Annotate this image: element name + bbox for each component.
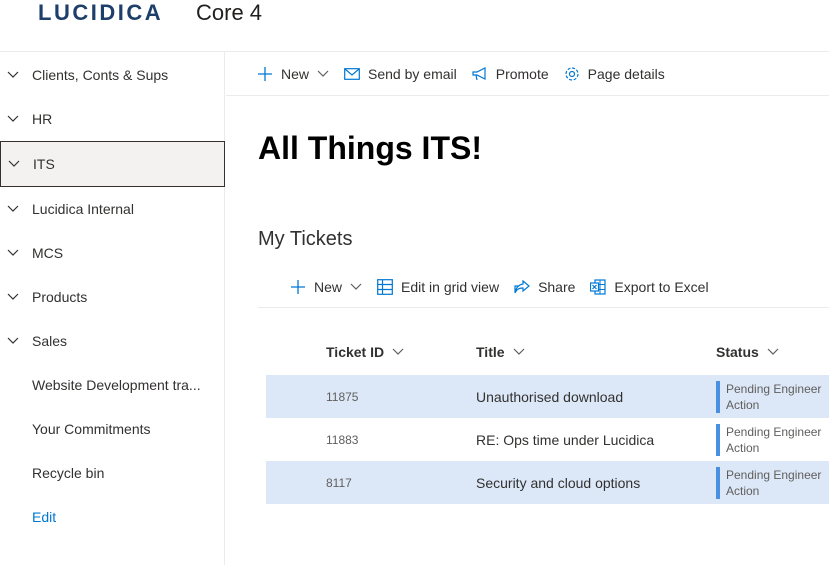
nav-item-hr[interactable]: HR (0, 97, 225, 141)
chevron-down-icon[interactable] (6, 334, 20, 348)
chevron-down-icon[interactable] (6, 112, 20, 126)
status-text: Pending Engineer Action (726, 381, 822, 412)
new-button[interactable]: New (257, 66, 329, 82)
nav-item-mcs[interactable]: MCS (0, 231, 225, 275)
page-title: All Things ITS! (258, 130, 482, 166)
new-button-label: New (281, 65, 310, 82)
column-header-status[interactable]: Status (716, 344, 779, 360)
nav-item-lucidica-internal[interactable]: Lucidica Internal (0, 187, 225, 231)
status-text: Pending Engineer Action (726, 467, 822, 498)
share-icon (514, 279, 530, 295)
column-header-title[interactable]: Title (476, 344, 525, 360)
ticket-title-link[interactable]: RE: Ops time under Lucidica (476, 418, 654, 461)
site-logo[interactable]: LUCIDICA (38, 0, 163, 26)
megaphone-icon (472, 66, 488, 82)
nav-item-label: Your Commitments (32, 421, 151, 437)
status-text: Pending Engineer Action (726, 424, 822, 455)
chevron-down-icon (392, 348, 404, 356)
promote-label: Promote (495, 65, 549, 82)
list-new-button[interactable]: New (290, 279, 362, 295)
chevron-down-icon[interactable] (6, 202, 20, 216)
page-details-button[interactable]: Page details (564, 66, 665, 82)
nav-item-website-development[interactable]: Website Development tra... (0, 363, 225, 407)
page-command-bar: New Send by email Promote Page details (226, 52, 829, 96)
nav-item-label: Recycle bin (32, 465, 105, 481)
column-header-label: Status (716, 344, 759, 360)
share-label: Share (538, 278, 576, 295)
status-indicator (716, 423, 720, 456)
nav-edit-link[interactable]: Edit (0, 495, 225, 539)
nav-item-label: Sales (32, 333, 68, 349)
column-header-label: Title (476, 344, 505, 360)
plus-icon (290, 279, 306, 295)
nav-item-label: HR (32, 111, 53, 127)
nav-edit-label: Edit (32, 509, 57, 525)
nav-item-recycle-bin[interactable]: Recycle bin (0, 451, 225, 495)
status-indicator (716, 380, 720, 413)
chevron-down-icon[interactable] (7, 157, 21, 171)
nav-item-sales[interactable]: Sales (0, 319, 225, 363)
nav-item-its[interactable]: ITS (0, 141, 225, 187)
nav-item-your-commitments[interactable]: Your Commitments (0, 407, 225, 451)
section-title[interactable]: My Tickets (258, 228, 352, 251)
chevron-down-icon (350, 283, 362, 291)
ticket-title-link[interactable]: Security and cloud options (476, 461, 640, 504)
column-header-ticket-id[interactable]: Ticket ID (326, 344, 404, 360)
list-new-label: New (314, 278, 343, 295)
edit-in-grid-view-button[interactable]: Edit in grid view (377, 279, 499, 295)
promote-button[interactable]: Promote (472, 66, 549, 82)
ticket-id-cell: 11883 (326, 432, 359, 447)
ticket-title-link[interactable]: Unauthorised download (476, 375, 623, 418)
grid-icon (377, 278, 393, 295)
nav-item-label: Website Development tra... (32, 377, 201, 393)
export-to-excel-label: Export to Excel (614, 278, 709, 295)
excel-icon (590, 278, 607, 295)
chevron-down-icon[interactable] (6, 290, 20, 304)
status-indicator (716, 466, 720, 499)
nav-item-label: Products (32, 289, 88, 305)
send-by-email-button[interactable]: Send by email (344, 66, 457, 82)
nav-item-products[interactable]: Products (0, 275, 225, 319)
nav-item-label: Lucidica Internal (32, 201, 134, 217)
send-by-email-label: Send by email (368, 65, 457, 82)
status-cell: Pending Engineer Action (716, 461, 829, 504)
ticket-id-cell: 8117 (326, 475, 352, 490)
chevron-down-icon[interactable] (6, 246, 20, 260)
nav-item-label: MCS (32, 245, 64, 261)
plus-icon (257, 66, 273, 82)
ticket-id-cell: 11875 (326, 389, 359, 404)
edit-in-grid-view-label: Edit in grid view (401, 278, 500, 295)
mail-icon (344, 66, 360, 82)
nav-item-clients[interactable]: Clients, Conts & Sups (0, 53, 225, 97)
table-row[interactable]: 11883 RE: Ops time under Lucidica Pendin… (266, 418, 829, 461)
table-row[interactable]: 8117 Security and cloud options Pending … (266, 461, 829, 504)
status-cell: Pending Engineer Action (716, 418, 829, 461)
gear-icon (564, 66, 580, 82)
table-row[interactable]: 11875 Unauthorised download Pending Engi… (266, 375, 829, 418)
list-command-bar: New Edit in grid view Share Export to Ex… (258, 266, 829, 308)
chevron-down-icon[interactable] (6, 68, 20, 82)
status-cell: Pending Engineer Action (716, 375, 829, 418)
left-navigation: Clients, Conts & Sups HR ITS Lucidica In… (0, 52, 225, 565)
nav-item-label: ITS (33, 156, 55, 172)
chevron-down-icon (513, 348, 525, 356)
column-header-label: Ticket ID (326, 344, 385, 360)
chevron-down-icon (317, 70, 329, 78)
share-button[interactable]: Share (514, 279, 575, 295)
page-details-label: Page details (587, 65, 665, 82)
export-to-excel-button[interactable]: Export to Excel (590, 278, 709, 295)
chevron-down-icon (767, 348, 779, 356)
nav-item-label: Clients, Conts & Sups (32, 67, 169, 83)
site-title[interactable]: Core 4 (196, 0, 262, 26)
